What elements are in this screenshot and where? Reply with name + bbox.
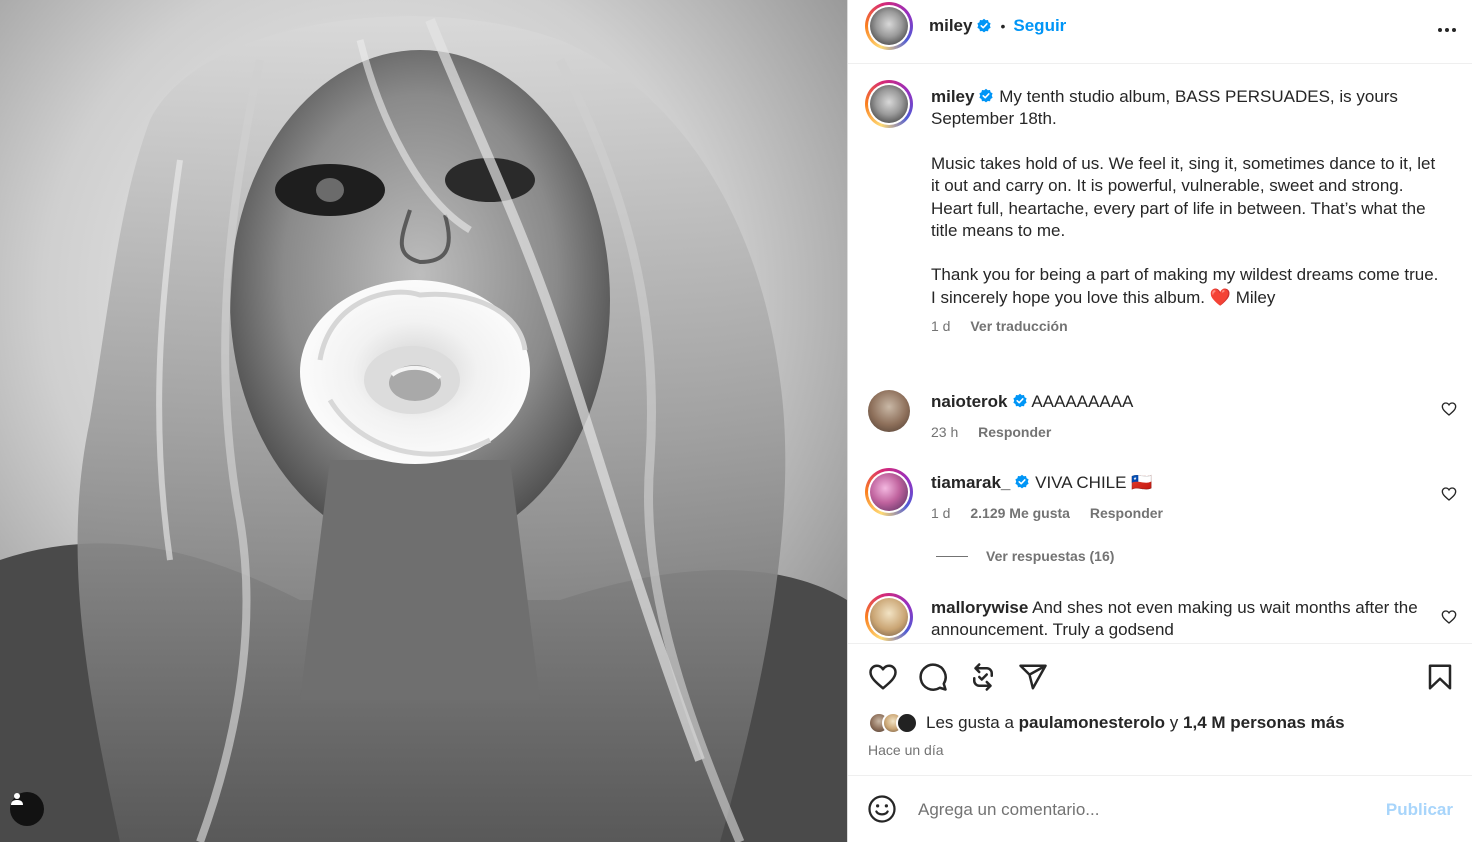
heart-emoji: ❤️: [1209, 287, 1231, 307]
caption-author-avatar[interactable]: [865, 80, 913, 128]
caption-line-1: My tenth studio album, BASS PERSUADES, i…: [931, 87, 1398, 129]
post-actions: Les gusta a paulamonesterolo y 1,4 M per…: [848, 643, 1472, 775]
comment-icon[interactable]: [918, 662, 948, 692]
likes-text: Les gusta a paulamonesterolo y 1,4 M per…: [926, 713, 1345, 733]
likes-conj: y: [1169, 713, 1179, 732]
comment-likes[interactable]: 2.129 Me gusta: [970, 505, 1070, 521]
post-timestamp[interactable]: Hace un día: [868, 742, 944, 758]
caption-username[interactable]: miley: [931, 87, 974, 106]
post-details-panel: miley • Seguir miley My tenth studio alb…: [847, 0, 1472, 842]
publish-button[interactable]: Publicar: [1386, 800, 1453, 820]
view-replies-button[interactable]: Ver respuestas (16): [936, 548, 1114, 564]
likes-prefix: Les gusta a: [926, 713, 1014, 732]
comment-like-heart-icon[interactable]: [1441, 486, 1457, 502]
caption-line-3: Heart full, heartache, every part of lif…: [931, 198, 1426, 241]
caption-line-2: Music takes hold of us. We feel it, sing…: [931, 153, 1436, 196]
caption-line-4: Thank you for being a part of making my …: [931, 265, 1439, 307]
author-username[interactable]: miley: [929, 16, 972, 36]
comment-composer: Publicar: [848, 775, 1472, 842]
verified-icon: [979, 88, 994, 103]
likes-summary[interactable]: Les gusta a paulamonesterolo y 1,4 M per…: [868, 712, 1345, 734]
post-media[interactable]: [0, 0, 847, 842]
comment-username[interactable]: tiamarak_: [931, 473, 1010, 492]
translate-link[interactable]: Ver traducción: [970, 318, 1067, 334]
comment-meta: 1 d 2.129 Me gusta Responder: [931, 502, 1421, 524]
comment-input[interactable]: [918, 796, 1358, 824]
comment-time: 1 d: [931, 505, 951, 522]
comment-username[interactable]: mallorywise: [931, 598, 1028, 617]
separator-dot: •: [1000, 18, 1006, 34]
user-tag-button[interactable]: [10, 792, 44, 826]
follow-button[interactable]: Seguir: [1013, 16, 1066, 36]
liker-avatar: [896, 712, 918, 734]
repost-icon[interactable]: [968, 662, 998, 692]
comments-list[interactable]: miley My tenth studio album, BASS PERSUA…: [848, 65, 1472, 643]
author-avatar[interactable]: [865, 2, 913, 50]
view-replies-label: Ver respuestas (16): [986, 548, 1115, 564]
post-photo: [0, 0, 847, 842]
post-header: miley • Seguir: [848, 0, 1472, 64]
comment-time: 23 h: [931, 424, 959, 441]
comment-like-heart-icon[interactable]: [1441, 609, 1457, 625]
verified-icon: [1012, 393, 1027, 408]
verified-icon: [977, 18, 992, 33]
share-icon[interactable]: [1018, 662, 1048, 692]
comment-username[interactable]: naioterok: [931, 392, 1008, 411]
comment-meta: 23 h Responder: [931, 421, 1421, 443]
caption-time: 1 d: [931, 318, 951, 335]
liker-username[interactable]: paulamonesterolo: [1019, 713, 1165, 732]
comment-text: AAAAAAAAA: [1031, 392, 1134, 411]
comment-avatar[interactable]: [865, 468, 913, 516]
comment-avatar[interactable]: [865, 593, 913, 641]
bookmark-icon[interactable]: [1425, 662, 1455, 692]
reply-button[interactable]: Responder: [978, 424, 1051, 440]
likes-count[interactable]: 1,4 M personas más: [1183, 713, 1345, 732]
emoji-icon[interactable]: [867, 794, 897, 824]
verified-icon: [1015, 474, 1029, 489]
comment-like-heart-icon[interactable]: [1441, 401, 1457, 417]
replies-divider: [936, 555, 968, 557]
caption-meta: 1 d Ver traducción: [931, 315, 1441, 337]
comment-avatar[interactable]: [865, 387, 913, 435]
post-caption: miley My tenth studio album, BASS PERSUA…: [931, 86, 1441, 338]
reply-button[interactable]: Responder: [1090, 505, 1163, 521]
comment-text: VIVA CHILE 🇨🇱: [1035, 473, 1153, 492]
heart-icon[interactable]: [868, 662, 898, 692]
caption-signoff: Miley: [1235, 287, 1276, 307]
user-tag-icon: [11, 793, 23, 805]
more-options-icon[interactable]: [1435, 18, 1459, 42]
